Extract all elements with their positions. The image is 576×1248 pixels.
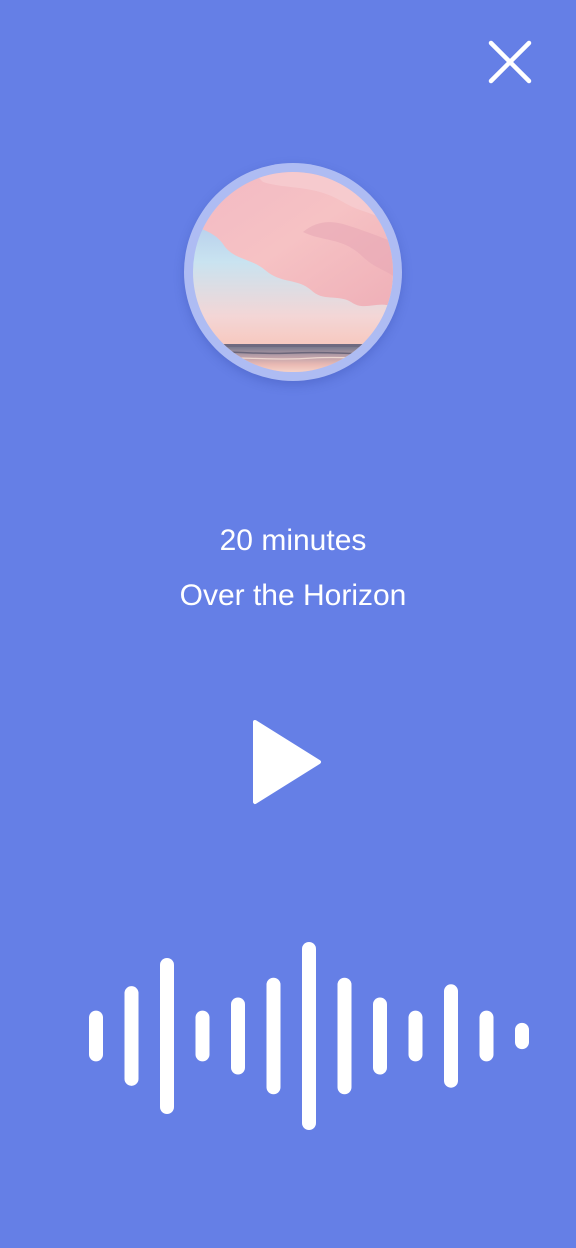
track-title: Over the Horizon: [179, 579, 407, 612]
play-icon: [253, 720, 321, 804]
waveform-icon: [89, 942, 529, 1130]
play-button[interactable]: [246, 716, 326, 808]
track-duration: 20 minutes: [219, 524, 367, 557]
close-button[interactable]: [486, 38, 534, 86]
track-artwork: [184, 163, 402, 381]
audio-waveform: [80, 930, 540, 1140]
close-icon: [488, 40, 532, 84]
artwork-image: [193, 172, 393, 372]
